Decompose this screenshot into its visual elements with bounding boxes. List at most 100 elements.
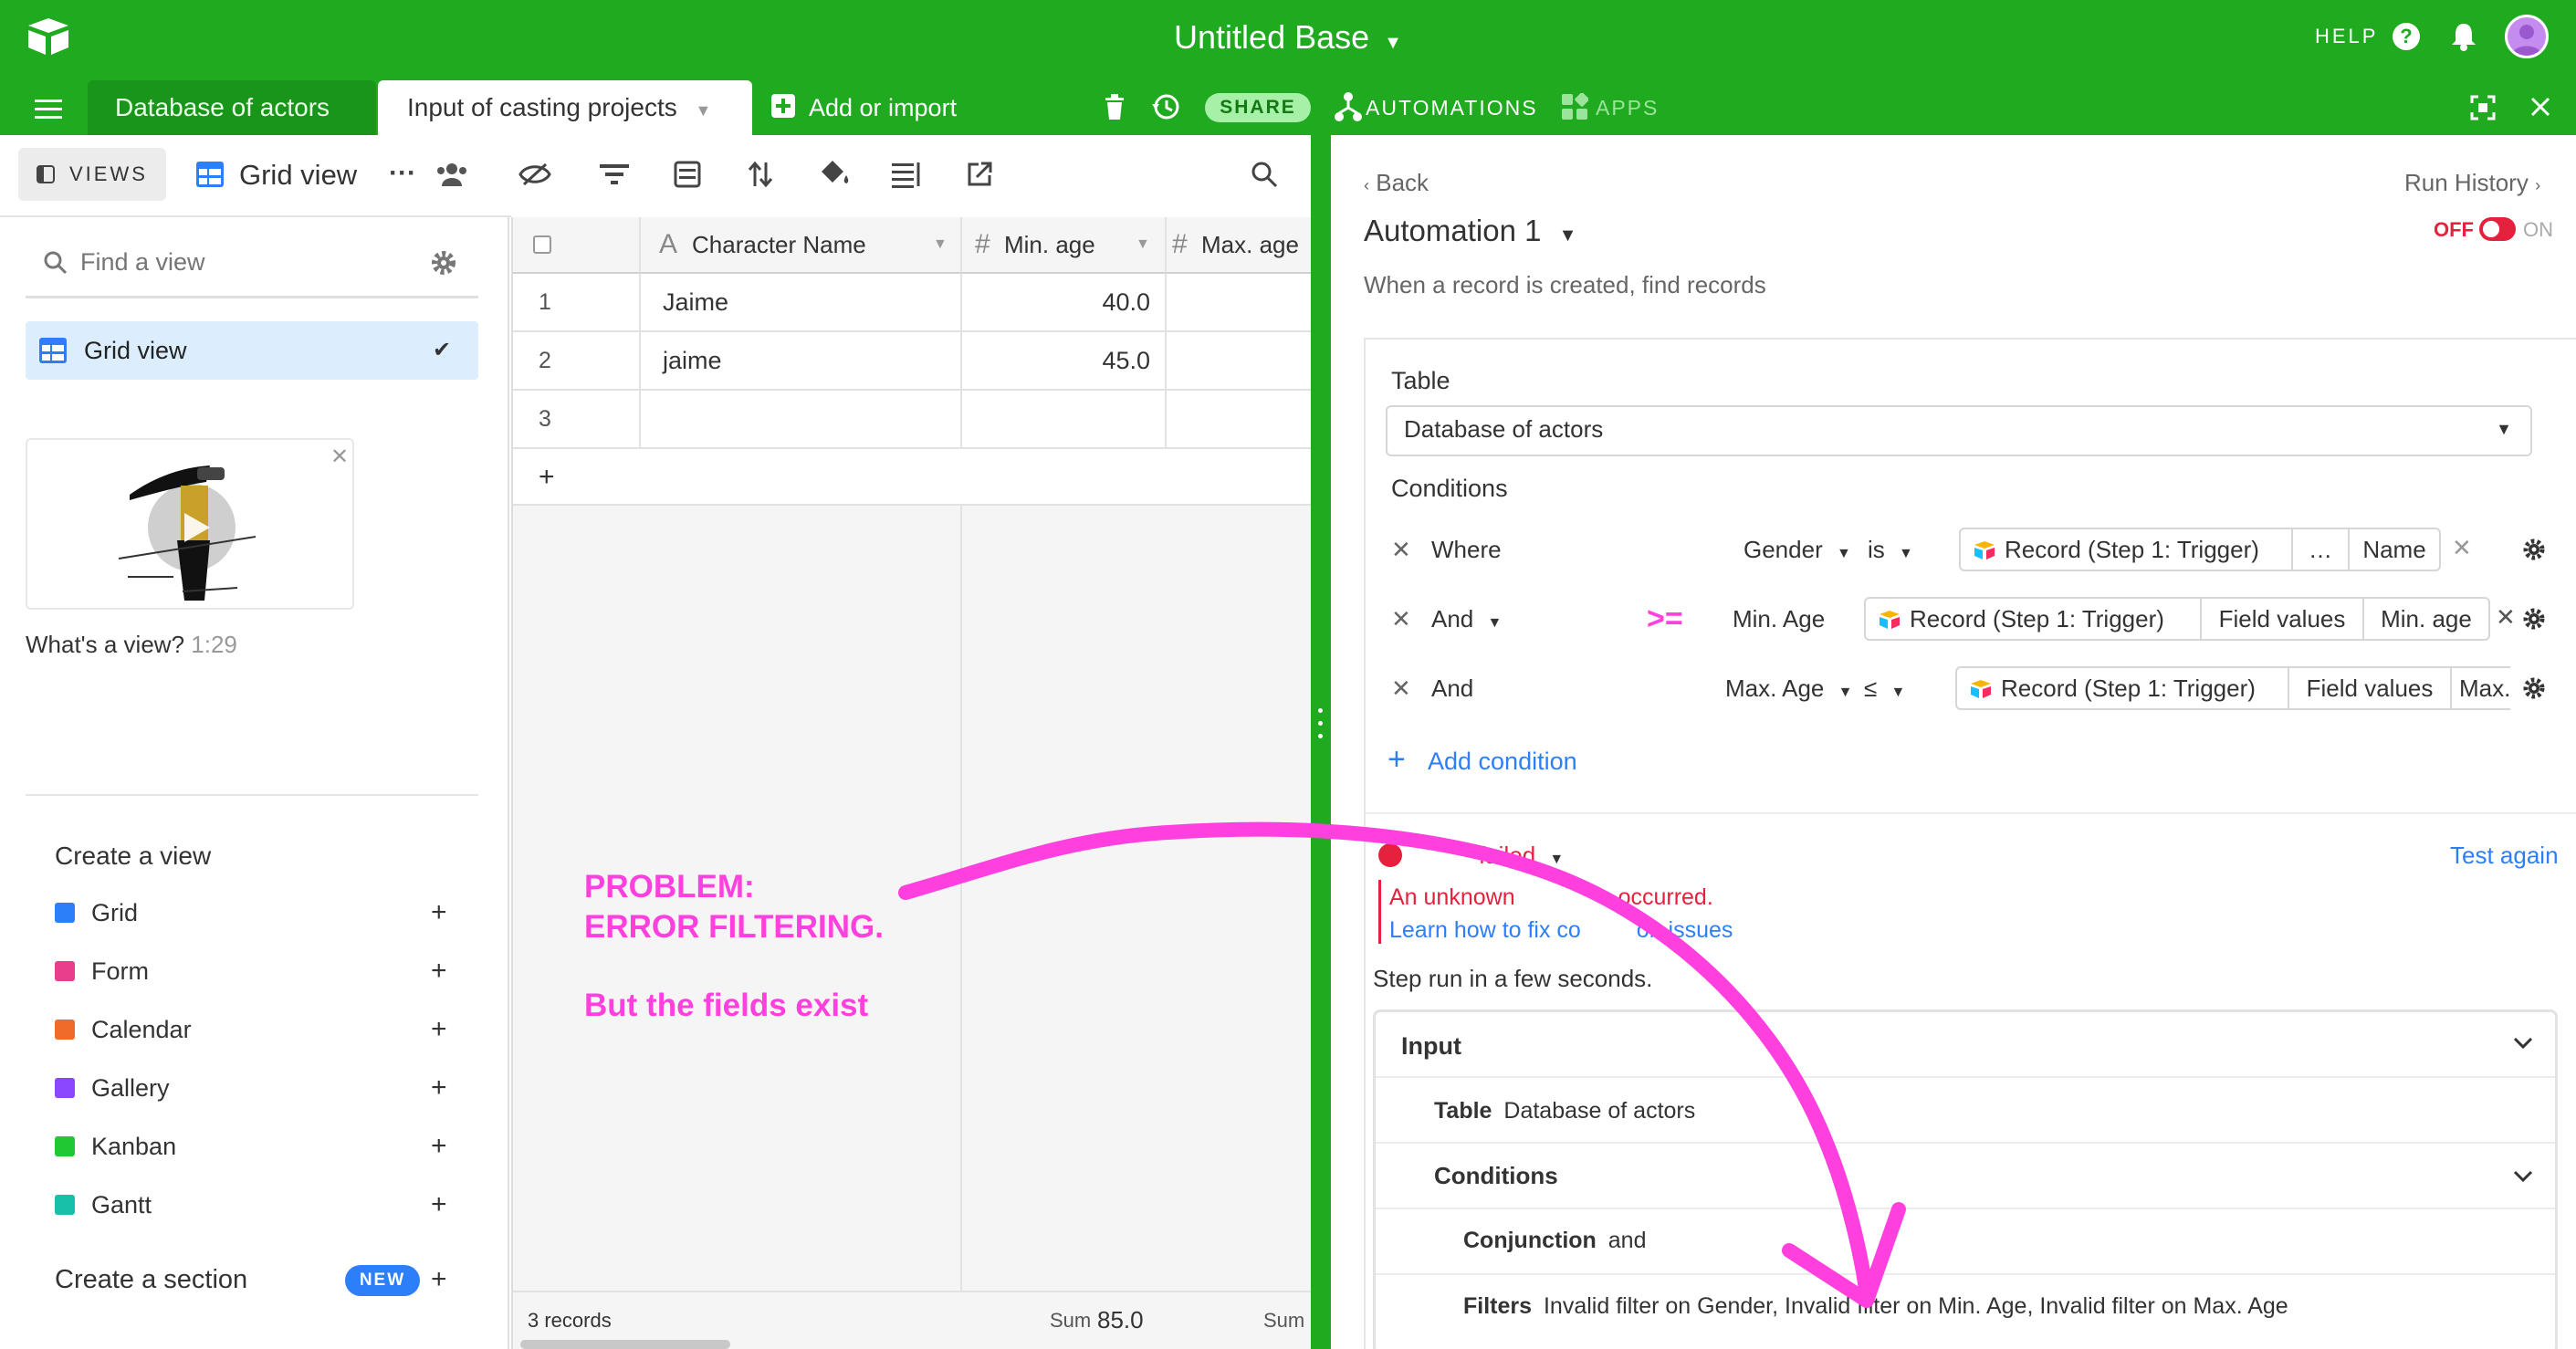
close-icon[interactable] [2530, 97, 2550, 117]
condition-field-text[interactable]: Min. Age [1733, 601, 1825, 637]
automations-icon[interactable] [1335, 91, 1362, 122]
share-button[interactable]: SHARE [1205, 93, 1311, 122]
condition-field-select[interactable]: Max. Age ▼ [1725, 670, 1852, 711]
plus-icon[interactable]: + [431, 1187, 447, 1223]
tab-input-of-casting-projects[interactable]: Input of casting projects ▼ [378, 80, 752, 135]
add-icon[interactable] [770, 93, 796, 119]
chevron-down-icon[interactable]: ▼ [696, 101, 712, 120]
cell-max-age[interactable] [1167, 274, 1313, 332]
cell-character-name[interactable]: jaime [641, 332, 962, 391]
cell-min-age[interactable] [962, 391, 1167, 449]
column-header-character-name[interactable]: A Character Name ▼ [641, 217, 962, 274]
sidebar-item-grid-view[interactable]: Grid view ✔ [26, 321, 478, 380]
condition-field-select[interactable]: Gender ▼ [1744, 531, 1851, 572]
filter-icon[interactable] [599, 162, 630, 186]
trash-icon[interactable] [1103, 93, 1126, 120]
add-condition-button[interactable]: Add condition [1428, 743, 1577, 779]
gear-icon[interactable] [431, 250, 456, 276]
share-view-icon[interactable] [966, 161, 993, 188]
plus-icon[interactable]: + [431, 1128, 447, 1165]
condition-extra-pill[interactable]: … [2293, 528, 2350, 571]
plus-icon[interactable]: + [1387, 741, 1406, 778]
hide-fields-icon[interactable] [518, 161, 551, 188]
gear-icon[interactable] [2523, 608, 2545, 630]
focus-icon[interactable] [2470, 95, 2496, 120]
plus-icon[interactable]: + [431, 894, 447, 931]
history-icon[interactable] [1150, 91, 1181, 122]
cell-min-age[interactable]: 40.0 [962, 274, 1167, 332]
menu-icon[interactable] [33, 95, 64, 122]
condition-value-pill[interactable]: Max. [2452, 666, 2510, 710]
add-or-import-button[interactable]: Add or import [809, 89, 957, 126]
chevron-down-icon[interactable] [2511, 1164, 2535, 1187]
automation-name[interactable]: Automation 1 ▼ [1364, 210, 1576, 256]
on-off-toggle[interactable] [2479, 217, 2516, 241]
create-grid-item[interactable]: Grid + [55, 894, 456, 931]
chevron-down-icon[interactable]: ▼ [933, 217, 948, 272]
condition-value-pill[interactable]: Name [2350, 528, 2441, 571]
automations-button[interactable]: AUTOMATIONS [1366, 93, 1538, 122]
condition-source-pill[interactable]: Record (Step 1: Trigger) [1959, 528, 2293, 571]
cell-character-name[interactable]: Jaime [641, 274, 962, 332]
create-calendar-item[interactable]: Calendar + [55, 1011, 456, 1048]
plus-icon[interactable]: + [431, 1070, 447, 1106]
condition-operator-select[interactable]: is ▼ [1868, 531, 1913, 572]
cell-character-name[interactable] [641, 391, 962, 449]
remove-condition-icon[interactable]: ✕ [1391, 531, 1411, 568]
create-gallery-item[interactable]: Gallery + [55, 1070, 456, 1106]
close-icon[interactable]: ✕ [330, 444, 349, 470]
chevron-down-icon[interactable]: ▼ [1136, 217, 1150, 272]
row-number[interactable]: 1 [513, 274, 641, 332]
clear-value-icon[interactable]: ✕ [2452, 529, 2472, 566]
learn-fix-link[interactable]: Learn how to fix co on issues [1389, 915, 1733, 946]
test-again-button[interactable]: Test again [2450, 838, 2559, 873]
sort-icon[interactable] [747, 161, 774, 188]
panel-divider[interactable] [1311, 135, 1331, 1349]
run-history-button[interactable]: Run History › [2404, 166, 2540, 202]
more-icon[interactable]: ··· [389, 157, 416, 190]
create-gantt-item[interactable]: Gantt + [55, 1187, 456, 1223]
tab-database-of-actors[interactable]: Database of actors [88, 80, 376, 135]
cell-min-age[interactable]: 45.0 [962, 332, 1167, 391]
current-view-name[interactable]: Grid view [239, 155, 357, 195]
row-number[interactable]: 3 [513, 391, 641, 449]
views-toggle-button[interactable]: VIEWS [18, 148, 166, 201]
video-thumbnail[interactable]: ✕ [26, 438, 354, 610]
base-title[interactable]: Untitled Base ▼ [0, 16, 2576, 58]
condition-extra-pill[interactable]: Field values [2202, 597, 2364, 641]
find-view-input[interactable] [80, 241, 409, 283]
gear-icon[interactable] [2523, 677, 2545, 699]
help-icon[interactable]: ? [2392, 22, 2421, 51]
collaborators-icon[interactable] [435, 161, 469, 188]
row-height-icon[interactable] [891, 161, 922, 188]
test-status[interactable]: failed ▼ [1479, 838, 1564, 877]
horizontal-scrollbar[interactable] [520, 1340, 730, 1349]
condition-conjunction-select[interactable]: And ▼ [1431, 601, 1502, 642]
color-icon[interactable] [818, 159, 851, 188]
remove-condition-icon[interactable]: ✕ [1391, 670, 1411, 706]
help-label[interactable]: HELP [2315, 22, 2378, 51]
gear-icon[interactable] [2523, 539, 2545, 560]
search-icon[interactable] [1251, 161, 1278, 188]
condition-source-pill[interactable]: Record (Step 1: Trigger) [1864, 597, 2202, 641]
condition-extra-pill[interactable]: Field values [2289, 666, 2452, 710]
cell-max-age[interactable] [1167, 332, 1313, 391]
create-kanban-item[interactable]: Kanban + [55, 1128, 456, 1165]
condition-source-pill[interactable]: Record (Step 1: Trigger) [1955, 666, 2289, 710]
column-header-min-age[interactable]: # Min. age ▼ [962, 217, 1167, 274]
create-form-item[interactable]: Form + [55, 953, 456, 989]
apps-icon[interactable] [1561, 93, 1588, 120]
condition-value-pill[interactable]: Min. age [2364, 597, 2490, 641]
apps-button[interactable]: APPS [1596, 93, 1659, 122]
cell-max-age[interactable] [1167, 391, 1313, 449]
plus-icon[interactable]: + [431, 1261, 447, 1298]
avatar[interactable] [2505, 15, 2549, 58]
remove-condition-icon[interactable]: ✕ [1391, 601, 1411, 637]
condition-operator-select[interactable]: ≤ ▼ [1864, 670, 1905, 711]
row-number[interactable]: 2 [513, 332, 641, 391]
plus-icon[interactable]: + [431, 953, 447, 989]
plus-icon[interactable]: + [431, 1011, 447, 1048]
column-header-max-age[interactable]: # Max. age [1167, 217, 1313, 274]
create-section-button[interactable]: Create a section [55, 1261, 247, 1298]
clear-value-icon[interactable]: ✕ [2496, 599, 2516, 635]
